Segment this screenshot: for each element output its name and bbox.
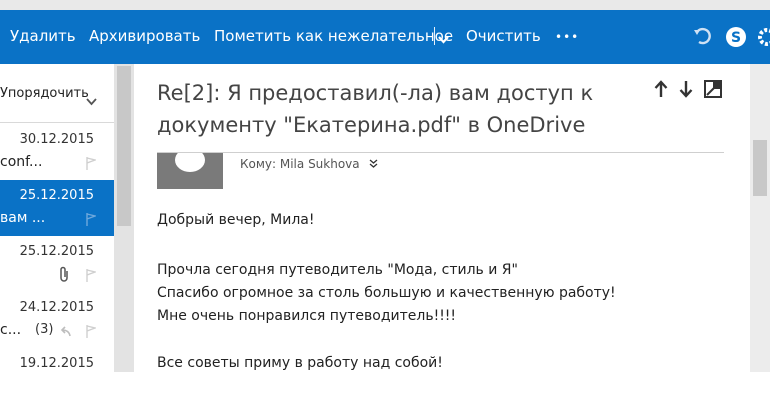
list-item-date: 19.12.2015 [19, 356, 94, 371]
body-greeting: Добрый вечер, Мила! [157, 212, 315, 228]
body-line: Прочла сегодня путеводитель "Мода, стиль… [157, 262, 518, 278]
list-item[interactable]: 25.12.2015 [0, 236, 114, 292]
archive-button[interactable]: Архивировать [89, 27, 200, 45]
header-divider [157, 152, 724, 153]
command-toolbar: Удалить Архивировать Пометить как нежела… [0, 10, 770, 64]
list-item-date: 25.12.2015 [19, 188, 94, 203]
svg-text:S: S [731, 30, 741, 46]
junk-separator [434, 27, 435, 45]
list-item[interactable]: 30.12.2015 conf... [0, 124, 114, 180]
message-subject: Re[2]: Я предоставил(-ла) вам доступ к д… [157, 81, 594, 137]
pane-scrollbar-thumb[interactable] [753, 140, 767, 196]
flag-icon[interactable] [86, 211, 98, 230]
recipient-label: Кому: Mila Sukhova [240, 157, 360, 171]
body-line: Все советы приму в работу над собой! [157, 355, 443, 371]
list-item-snippet: с... [0, 322, 22, 338]
list-item-snippet: вам ... [0, 210, 46, 226]
mark-junk-button[interactable]: Пометить как нежелательное [214, 27, 453, 45]
list-item[interactable]: 19.12.2015 [0, 348, 114, 404]
paperclip-icon [58, 266, 70, 287]
recipient-line[interactable]: Кому: Mila Sukhova [240, 157, 378, 171]
arrow-up-icon[interactable] [654, 80, 668, 102]
list-item-snippet: conf... [0, 154, 43, 170]
avatar [157, 152, 223, 189]
sweep-button[interactable]: Очистить [466, 27, 541, 45]
more-commands-button[interactable]: ••• [555, 30, 579, 44]
reply-icon [58, 323, 71, 342]
window-top-strip [0, 0, 770, 10]
junk-menu-chevron-icon[interactable] [438, 30, 449, 49]
list-item-date: 24.12.2015 [19, 300, 94, 315]
delete-button[interactable]: Удалить [10, 27, 76, 45]
thread-count: (3) [35, 322, 54, 337]
chevron-down-icon[interactable] [86, 91, 97, 110]
body-line: Спасибо огромное за столь большую и каче… [157, 285, 616, 301]
gear-icon[interactable] [757, 26, 770, 52]
list-item-date: 30.12.2015 [19, 132, 94, 147]
body-line: Мне очень понравился путеводитель!!!! [157, 308, 457, 324]
list-divider [0, 122, 114, 123]
popout-icon[interactable] [704, 80, 722, 102]
flag-icon[interactable] [86, 323, 98, 342]
expand-recipients-icon[interactable] [369, 159, 378, 168]
pane-scrollbar[interactable] [750, 64, 770, 372]
list-item-date: 25.12.2015 [19, 244, 94, 259]
list-item-selected[interactable]: 25.12.2015 вам ... [0, 180, 114, 236]
flag-icon[interactable] [86, 155, 98, 174]
list-scrollbar-thumb[interactable] [117, 66, 131, 226]
flag-icon[interactable] [86, 267, 98, 286]
skype-icon[interactable]: S [725, 26, 747, 52]
list-item[interactable]: 24.12.2015 с... (3) [0, 292, 114, 348]
arrow-down-icon[interactable] [679, 80, 693, 102]
undo-icon[interactable] [693, 26, 713, 50]
sort-button[interactable]: Упорядочить [0, 86, 89, 101]
